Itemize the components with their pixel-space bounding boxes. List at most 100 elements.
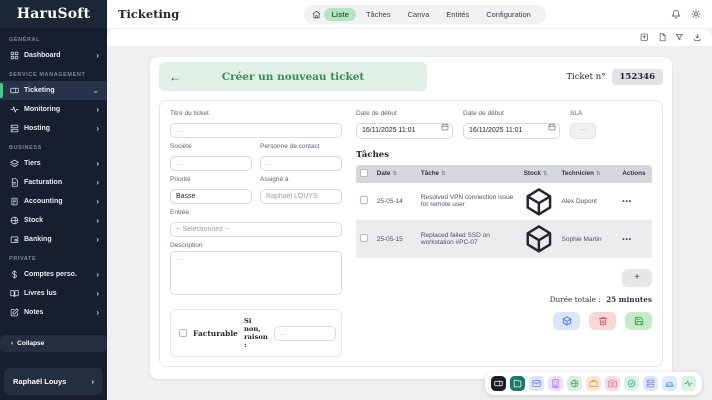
titre-input[interactable] <box>170 123 342 138</box>
sidebar-item-accounting[interactable]: Accounting › <box>0 192 107 211</box>
package-icon[interactable] <box>524 187 554 217</box>
ticket-card-header: ← Créer un nouveau ticket Ticket n° 1523… <box>159 62 663 91</box>
sidebar-item-hosting[interactable]: Hosting › <box>0 119 107 138</box>
col-actions: Actions <box>618 165 652 183</box>
col-stock[interactable]: Stock⇅ <box>520 165 558 183</box>
badge-check-icon <box>627 379 636 388</box>
bell-icon[interactable] <box>671 9 681 19</box>
dock-car-button[interactable] <box>662 376 677 391</box>
sidebar-item-ticketing[interactable]: Ticketing ⌄ <box>0 81 107 100</box>
import-icon[interactable] <box>640 33 649 42</box>
entree-select[interactable] <box>170 222 342 237</box>
col-date[interactable]: Date⇅ <box>373 165 417 183</box>
sidebar-item-label: Tiers <box>24 160 41 167</box>
row-checkbox[interactable] <box>360 196 368 204</box>
contact-input[interactable] <box>260 156 342 171</box>
col-task[interactable]: Tâche⇅ <box>417 165 520 183</box>
facturable-reason-input[interactable] <box>274 326 336 341</box>
total-duration: Durée totale : 25 minutes <box>356 295 652 304</box>
tab-canva[interactable]: Canva <box>401 8 437 21</box>
chevron-right-icon: › <box>96 271 99 279</box>
home-icon[interactable] <box>312 10 321 19</box>
gear-icon[interactable] <box>691 9 701 19</box>
chevron-right-icon: › <box>96 309 99 317</box>
col-technician[interactable]: Technicien⇅ <box>558 165 619 183</box>
row-checkbox[interactable] <box>360 234 368 242</box>
sidebar-item-label: Banking <box>24 236 52 243</box>
dock-globe-button[interactable] <box>567 376 582 391</box>
layers-icon <box>10 159 19 168</box>
invoice-icon <box>10 178 19 187</box>
delete-button[interactable] <box>589 312 616 330</box>
dock-activity-button[interactable] <box>681 376 696 391</box>
sidebar-item-comptes-perso[interactable]: Comptes perso. › <box>0 265 107 284</box>
chevron-right-icon: › <box>96 198 99 206</box>
add-task-button[interactable]: + <box>622 269 652 286</box>
globe-icon <box>570 379 579 388</box>
app-window: HaruSoft Général Dashboard › Service Man… <box>0 0 712 400</box>
assigne-input[interactable] <box>260 189 342 204</box>
main-area: Ticketing Liste Tâches Canva Entités Con… <box>107 0 712 400</box>
societe-input[interactable] <box>170 156 252 171</box>
collapse-label: Collapse <box>17 340 44 347</box>
filter-icon[interactable] <box>675 33 684 42</box>
row-actions-menu[interactable]: ••• <box>622 236 632 243</box>
task-description: Replaced failed SSD on workstation #PC-0… <box>417 220 520 258</box>
app-logo: HaruSoft <box>0 0 107 28</box>
priorite-select[interactable] <box>170 189 252 204</box>
tab-entites[interactable]: Entités <box>439 8 476 21</box>
tab-liste[interactable]: Liste <box>324 8 356 21</box>
book-icon <box>10 289 19 298</box>
dock-badge-check-button[interactable] <box>624 376 639 391</box>
sidebar-item-monitoring[interactable]: Monitoring › <box>0 100 107 119</box>
dock-camera-button[interactable] <box>605 376 620 391</box>
sidebar-section-service-management: Service Management <box>0 65 107 81</box>
date-debut-2-label: Date de début <box>463 110 560 117</box>
camera-icon <box>608 379 617 388</box>
save-button[interactable] <box>625 312 652 330</box>
description-textarea[interactable] <box>170 251 342 295</box>
download-icon[interactable] <box>693 33 702 42</box>
task-technician: Alex Dupont <box>558 183 619 221</box>
chevron-right-icon: › <box>96 290 99 298</box>
sidebar-item-facturation[interactable]: Facturation › <box>0 173 107 192</box>
package-icon[interactable] <box>524 224 554 254</box>
ticket-icon <box>10 86 19 95</box>
sidebar-item-livres-lus[interactable]: Livres lus › <box>0 284 107 303</box>
user-menu-button[interactable]: Raphaël Louys › <box>4 368 103 395</box>
back-arrow-icon[interactable]: ← <box>169 71 181 83</box>
top-bar: Ticketing Liste Tâches Canva Entités Con… <box>107 0 712 28</box>
stock-button[interactable] <box>553 312 580 330</box>
task-technician: Sophie Martin <box>558 220 619 258</box>
chevron-right-icon: › <box>96 106 99 114</box>
tab-configuration[interactable]: Configuration <box>479 8 538 21</box>
sidebar-item-label: Livres lus <box>24 290 57 297</box>
sidebar-section-business: Business <box>0 138 107 154</box>
sidebar-item-tiers[interactable]: Tiers › <box>0 154 107 173</box>
row-actions-menu[interactable]: ••• <box>622 198 632 205</box>
dock-folder-button[interactable] <box>510 376 525 391</box>
priorite-label: Priorité <box>170 176 252 183</box>
tab-taches[interactable]: Tâches <box>359 8 398 21</box>
sidebar-item-notes[interactable]: Notes › <box>0 303 107 322</box>
dock-mail-button[interactable] <box>529 376 544 391</box>
dock-server-button[interactable] <box>643 376 658 391</box>
total-duration-value: 25 minutes <box>606 295 652 304</box>
dock-ticket-button[interactable] <box>491 376 506 391</box>
dollar-icon <box>10 270 19 279</box>
select-all-checkbox[interactable] <box>360 169 368 177</box>
file-icon[interactable] <box>658 33 667 42</box>
sidebar-item-stock[interactable]: Stock › <box>0 211 107 230</box>
sidebar-item-dashboard[interactable]: Dashboard › <box>0 46 107 65</box>
collapse-sidebar-button[interactable]: ‹ Collapse <box>0 335 107 352</box>
calendar-icon[interactable] <box>548 123 556 131</box>
chevron-down-icon: ⌄ <box>92 87 99 95</box>
chevron-right-icon: › <box>96 217 99 225</box>
facturable-checkbox[interactable] <box>179 329 187 337</box>
date-debut-1-input[interactable] <box>356 123 453 139</box>
dock-building-button[interactable] <box>548 376 563 391</box>
dock-briefcase-button[interactable] <box>586 376 601 391</box>
calendar-icon[interactable] <box>441 123 449 131</box>
date-debut-2-input[interactable] <box>463 123 560 139</box>
sidebar-item-banking[interactable]: Banking › <box>0 230 107 249</box>
